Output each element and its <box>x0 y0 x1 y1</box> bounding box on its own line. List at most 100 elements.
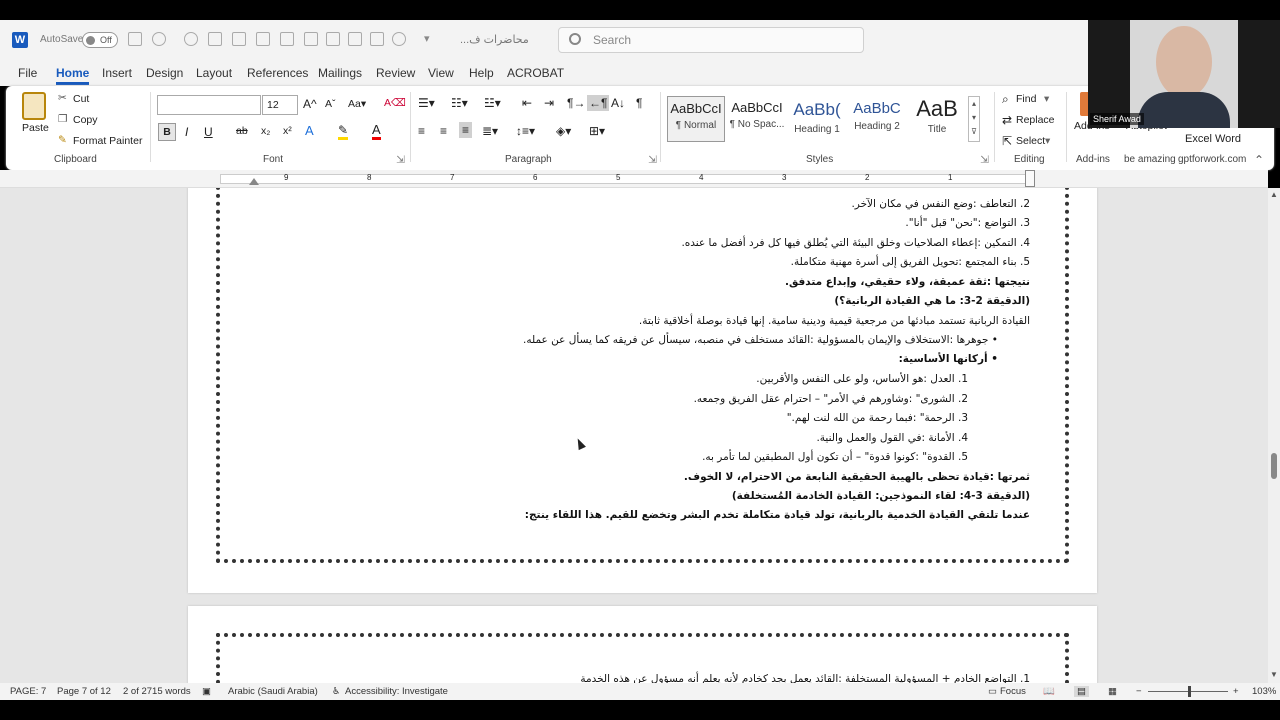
doc-line[interactable]: القيادة الربانية تستمد مبادئها من مرجعية… <box>639 315 1030 327</box>
image-icon[interactable] <box>256 32 270 46</box>
quick-access-icon[interactable] <box>232 32 246 46</box>
borders-icon[interactable]: ⊞▾ <box>589 124 605 138</box>
doc-line[interactable]: • أركانها الأساسية: <box>899 353 998 365</box>
select-button[interactable]: Select <box>1016 135 1045 147</box>
autosave-toggle[interactable]: Off <box>82 32 118 48</box>
word-icon[interactable]: W <box>12 32 28 48</box>
underline-icon[interactable]: U <box>204 125 213 139</box>
web-layout-icon[interactable]: ▦ <box>1108 686 1117 697</box>
accessibility-icon[interactable]: ♿ <box>332 686 341 697</box>
styles-scroll[interactable]: ▴ ▾ ⊽ <box>968 96 980 142</box>
right-indent-marker[interactable] <box>1025 170 1035 187</box>
cut-button[interactable]: Cut <box>73 93 89 105</box>
find-button[interactable]: Find <box>1016 93 1036 105</box>
find-dropdown-icon[interactable]: ▾ <box>1044 93 1049 105</box>
text-effects-icon[interactable]: A <box>305 123 314 138</box>
zoom-out-icon[interactable]: − <box>1136 686 1142 697</box>
tab-review[interactable]: Review <box>376 66 415 80</box>
doc-line[interactable]: 4. التمكين :إعطاء الصلاحيات وخلق البيئة … <box>681 237 1030 249</box>
copy-button[interactable]: Copy <box>73 114 98 126</box>
align-center-icon[interactable]: ≡ <box>440 124 447 138</box>
font-color-icon[interactable]: A <box>372 122 381 140</box>
email-icon[interactable] <box>326 32 340 46</box>
strikethrough-icon[interactable]: ab <box>236 125 248 137</box>
change-case-icon[interactable]: Aa▾ <box>348 98 366 110</box>
redo-icon[interactable] <box>184 32 198 46</box>
status-word-count[interactable]: 2 of 2715 words <box>123 686 191 697</box>
style-title[interactable]: AaB Title <box>908 96 966 142</box>
tab-home[interactable]: Home <box>56 66 90 85</box>
paragraph-dialog-icon[interactable]: ⇲ <box>648 154 657 166</box>
zoom-level[interactable]: 103% <box>1252 686 1276 697</box>
spelling-icon[interactable] <box>370 32 384 46</box>
tab-help[interactable]: Help <box>469 66 494 80</box>
align-left-icon[interactable]: ≡ <box>418 124 425 138</box>
replace-button[interactable]: Replace <box>1016 114 1055 126</box>
checkbox-icon[interactable] <box>348 32 362 46</box>
doc-line[interactable]: 5. القدوة" :كونوا قدوة" – أن تكون أول ال… <box>702 451 968 463</box>
style-heading-1[interactable]: AaBb( Heading 1 <box>788 96 846 142</box>
tab-references[interactable]: References <box>247 66 308 80</box>
scroll-up-icon[interactable]: ▲ <box>1270 190 1278 199</box>
bullets-icon[interactable]: ☰▾ <box>418 96 435 110</box>
shading-icon[interactable]: ◈▾ <box>556 124 571 138</box>
style-no-spacing[interactable]: AaBbCcI ¶ No Spac... <box>728 96 786 142</box>
vertical-scrollbar[interactable]: ▲ ▼ <box>1268 188 1280 683</box>
doc-line[interactable]: • جوهرها :الاستخلاف والإيمان بالمسؤولية … <box>523 334 998 346</box>
style-normal[interactable]: AaBbCcI ¶ Normal <box>667 96 725 142</box>
justify-icon[interactable]: ≣▾ <box>482 124 498 138</box>
doc-line[interactable]: 1. العدل :هو الأساس، ولو على النفس والأق… <box>756 373 968 385</box>
doc-line[interactable]: 1. التواضع الخادم + المسؤولية المستخلفة … <box>580 673 1030 683</box>
select-icon[interactable]: ⇱ <box>1002 134 1012 148</box>
superscript-icon[interactable]: x² <box>283 125 292 137</box>
doc-line[interactable]: 3. التواضع :"نحن" قبل "أنا". <box>905 217 1030 229</box>
line-spacing-icon[interactable]: ↕≡▾ <box>516 124 535 138</box>
customize-qat-icon[interactable]: ▾ <box>424 32 430 45</box>
scroll-thumb[interactable] <box>1271 453 1277 479</box>
align-right-icon[interactable]: ≡ <box>459 122 473 138</box>
tab-insert[interactable]: Insert <box>102 66 132 80</box>
zoom-slider[interactable] <box>1148 686 1228 697</box>
ltr-icon[interactable]: ¶→ <box>567 96 585 110</box>
doc-line[interactable]: 2. التعاطف :وضع النفس في مكان الآخر. <box>851 198 1030 210</box>
grow-font-icon[interactable]: A^ <box>303 97 317 111</box>
status-accessibility[interactable]: Accessibility: Investigate <box>345 686 448 697</box>
new-doc-icon[interactable] <box>280 32 294 46</box>
doc-line[interactable]: 5. بناء المجتمع :تحويل الفريق إلى أسرة م… <box>791 256 1030 268</box>
left-indent-marker[interactable] <box>249 178 259 185</box>
shrink-font-icon[interactable]: Aˇ <box>325 98 336 110</box>
multilevel-list-icon[interactable]: ☳▾ <box>484 96 501 110</box>
doc-line[interactable]: 2. الشورى" :وشاورهم في الأمر" – احترام ع… <box>694 393 968 405</box>
increase-indent-icon[interactable]: ⇥ <box>544 96 554 110</box>
copy-icon[interactable]: ❐ <box>58 113 67 125</box>
print-icon[interactable] <box>208 32 222 46</box>
dictate-icon[interactable] <box>392 32 406 46</box>
doc-line[interactable]: 3. الرحمة" :فبما رحمة من الله لنت لهم." <box>787 412 968 424</box>
replace-icon[interactable]: ⇄ <box>1002 113 1012 127</box>
open-icon[interactable] <box>304 32 318 46</box>
zoom-slider-thumb[interactable] <box>1188 686 1191 697</box>
save-icon[interactable] <box>128 32 142 46</box>
collapse-ribbon-icon[interactable]: ⌃ <box>1254 153 1264 167</box>
clear-format-icon[interactable]: A⌫ <box>384 97 406 109</box>
highlight-icon[interactable]: ✎ <box>338 123 349 140</box>
bold-icon[interactable]: B <box>158 123 176 141</box>
document-name[interactable]: محاضرات ف... <box>460 33 529 46</box>
tab-acrobat[interactable]: ACROBAT <box>507 66 564 80</box>
doc-line[interactable]: 4. الأمانة :في القول والعمل والنية. <box>816 432 968 444</box>
focus-button[interactable]: Focus <box>1000 686 1026 697</box>
excel-word-button[interactable]: Excel Word <box>1185 133 1241 145</box>
doc-line[interactable]: (الدقيقة 3-4: لقاء النموذجين: القيادة ال… <box>732 490 1030 502</box>
font-name-select[interactable] <box>157 95 261 115</box>
paste-icon[interactable] <box>22 92 46 120</box>
status-page-count[interactable]: Page 7 of 12 <box>57 686 111 697</box>
cut-icon[interactable]: ✂ <box>58 92 67 104</box>
find-icon[interactable]: ⌕ <box>1002 92 1009 107</box>
numbering-icon[interactable]: ☷▾ <box>451 96 468 110</box>
format-painter-icon[interactable]: ✎ <box>58 134 67 146</box>
zoom-in-icon[interactable]: + <box>1233 686 1239 697</box>
font-dialog-icon[interactable]: ⇲ <box>396 154 405 166</box>
styles-dialog-icon[interactable]: ⇲ <box>980 154 989 166</box>
status-language[interactable]: Arabic (Saudi Arabia) <box>228 686 318 697</box>
subscript-icon[interactable]: x₂ <box>261 125 270 137</box>
